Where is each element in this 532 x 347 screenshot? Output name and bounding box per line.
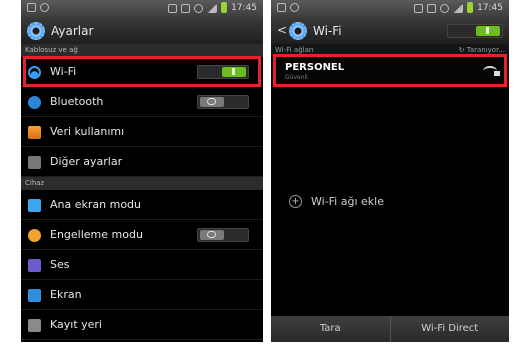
settings-item-home-screen-mode[interactable]: Ana ekran modu (21, 190, 263, 220)
settings-item-label: Diğer ayarlar (50, 155, 123, 168)
settings-gear-icon[interactable] (289, 22, 307, 40)
battery-icon (221, 2, 228, 13)
sound-icon (28, 259, 41, 272)
settings-screen: 17:45 Ayarlar Kablosuz ve ağ Wi-Fi Bluet… (21, 0, 263, 342)
more-settings-icon (28, 156, 41, 169)
alarm-icon (427, 3, 437, 13)
section-header-device: Cihaz (21, 177, 263, 190)
settings-item-label: Engelleme modu (50, 228, 143, 241)
settings-item-more-settings[interactable]: Diğer ayarlar (21, 147, 263, 177)
wifi-master-toggle[interactable] (447, 24, 503, 38)
settings-item-blocking-mode[interactable]: Engelleme modu (21, 220, 263, 250)
scanning-status: ↻ Taranıyor... (458, 46, 505, 54)
scan-button[interactable]: Tara (271, 316, 391, 342)
signal-icon (453, 3, 464, 13)
data-usage-icon (28, 126, 41, 139)
settings-item-bluetooth[interactable]: Bluetooth (21, 87, 263, 117)
scanning-text: Taranıyor... (466, 46, 505, 54)
page-title: Wi-Fi (313, 24, 342, 38)
settings-item-label: Veri kullanımı (50, 125, 125, 138)
bottom-action-bar: Tara Wi-Fi Direct (271, 316, 509, 342)
display-icon (28, 289, 41, 302)
wifi-screen: 17:45 < Wi-Fi Wi-Fi ağları ↻ Taranıyor..… (271, 0, 509, 342)
wifi-highlight-box (23, 56, 261, 87)
settings-item-storage[interactable]: Kayıt yeri (21, 310, 263, 340)
vibrate-icon (194, 3, 204, 13)
nfc-icon (168, 3, 178, 13)
settings-item-display[interactable]: Ekran (21, 280, 263, 310)
alarm-icon (181, 3, 191, 13)
add-network-label: Wi-Fi ağı ekle (311, 195, 384, 208)
storage-icon (28, 319, 41, 332)
bluetooth-icon (28, 96, 41, 109)
settings-item-label: Ana ekran modu (50, 198, 142, 211)
settings-gear-icon (27, 22, 45, 40)
networks-section-label: Wi-Fi ağları (275, 46, 314, 54)
bluetooth-toggle[interactable] (197, 95, 249, 109)
blocking-mode-icon (28, 229, 41, 242)
settings-item-label: Kayıt yeri (50, 318, 102, 331)
clock: 17:45 (231, 3, 257, 13)
add-wifi-network-item[interactable]: + Wi-Fi ağı ekle (271, 188, 509, 216)
battery-icon (467, 2, 474, 13)
settings-item-label: Ses (50, 258, 70, 271)
page-title: Ayarlar (51, 24, 94, 38)
gallery-notification-icon (27, 3, 36, 12)
signal-icon (207, 3, 218, 13)
status-bar: 17:45 (271, 0, 509, 18)
whatsapp-notification-icon (290, 3, 299, 12)
network-highlight-box (273, 54, 507, 87)
vibrate-icon (440, 3, 450, 13)
status-bar: 17:45 (21, 0, 263, 18)
action-bar: Ayarlar (21, 18, 263, 44)
blocking-mode-toggle[interactable] (197, 228, 249, 242)
wifi-direct-button[interactable]: Wi-Fi Direct (391, 316, 510, 342)
nfc-icon (414, 3, 424, 13)
add-icon: + (289, 195, 302, 208)
settings-item-label: Bluetooth (50, 95, 104, 108)
back-chevron-icon[interactable]: < (277, 23, 287, 37)
whatsapp-notification-icon (40, 3, 49, 12)
clock: 17:45 (477, 3, 503, 13)
action-bar: < Wi-Fi (271, 18, 509, 44)
gallery-notification-icon (277, 3, 286, 12)
settings-item-sound[interactable]: Ses (21, 250, 263, 280)
home-screen-icon (28, 199, 41, 212)
settings-item-data-usage[interactable]: Veri kullanımı (21, 117, 263, 147)
settings-item-label: Ekran (50, 288, 82, 301)
